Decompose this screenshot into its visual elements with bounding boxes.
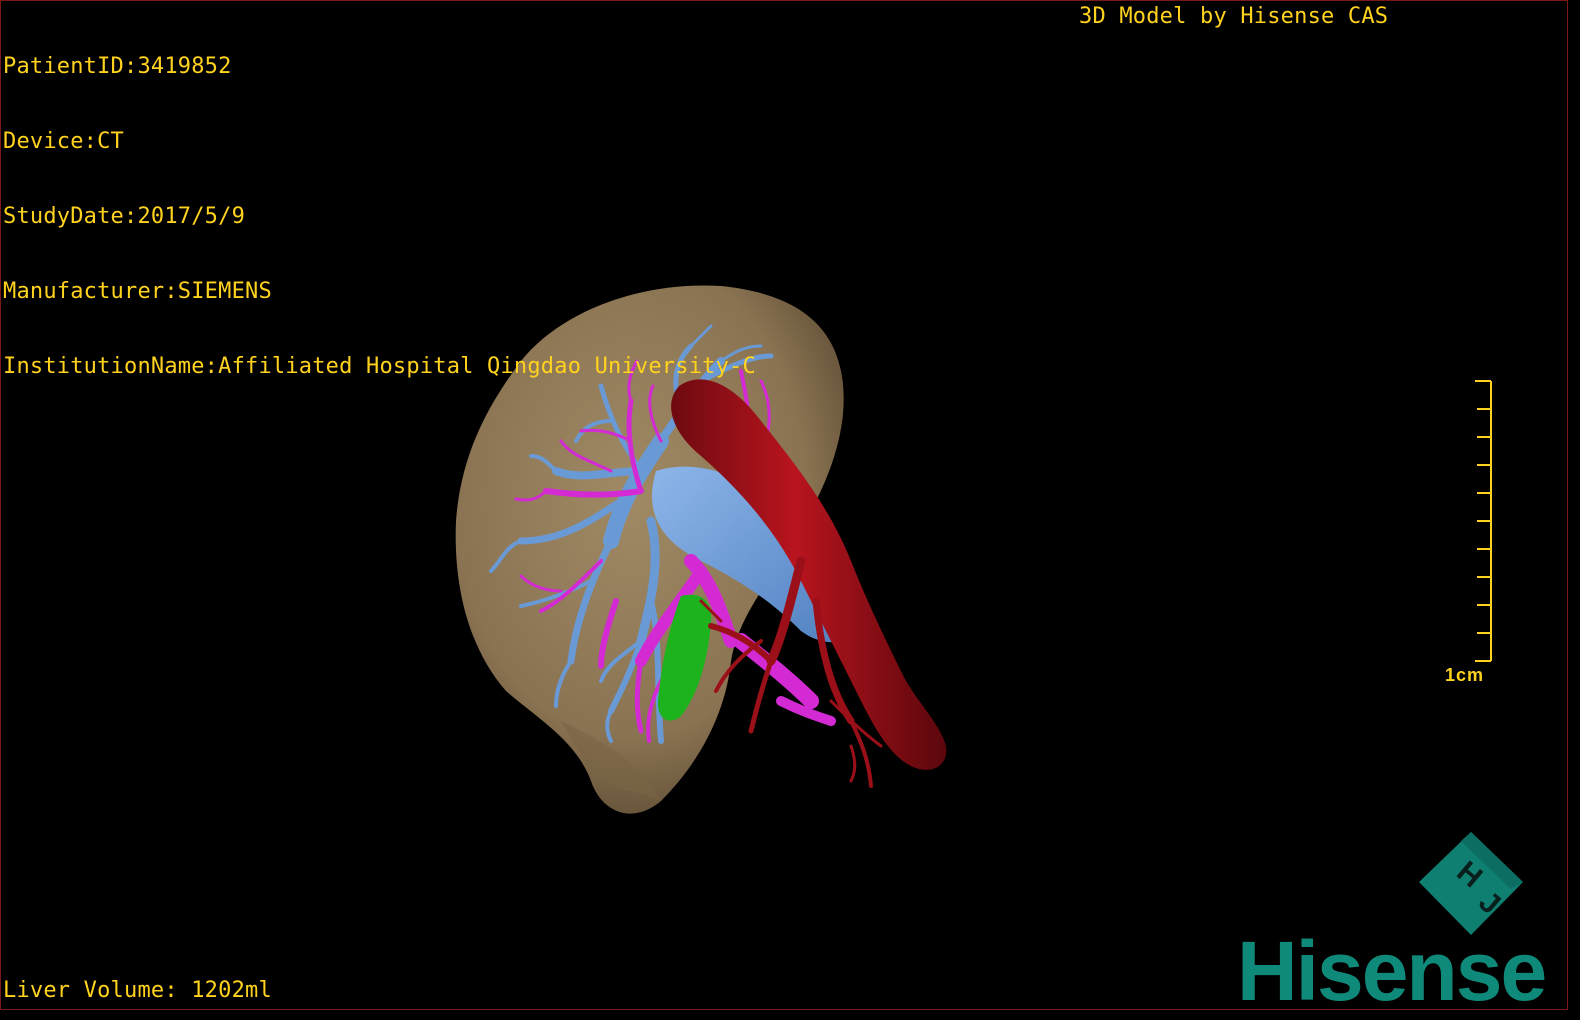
liver-volume: Liver Volume: 1202ml — [3, 978, 272, 1003]
model-credit: 3D Model by Hisense CAS — [1079, 4, 1389, 29]
device: Device:CT — [3, 129, 125, 154]
3d-viewport[interactable]: PatientID:3419852 Device:CT StudyDate:20… — [0, 0, 1568, 1010]
dicom-info: PatientID:3419852 Device:CT StudyDate:20… — [3, 4, 756, 429]
manufacturer: Manufacturer:SIEMENS — [3, 279, 272, 304]
patient-id: PatientID:3419852 — [3, 54, 232, 79]
institution-name: InstitutionName:Affiliated Hospital Qing… — [3, 354, 756, 379]
scale-label: 1cm — [1445, 665, 1485, 685]
study-date: StudyDate:2017/5/9 — [3, 204, 246, 229]
scale-bar — [1475, 380, 1492, 662]
hisense-logo: Hisense — [1237, 924, 1547, 1010]
